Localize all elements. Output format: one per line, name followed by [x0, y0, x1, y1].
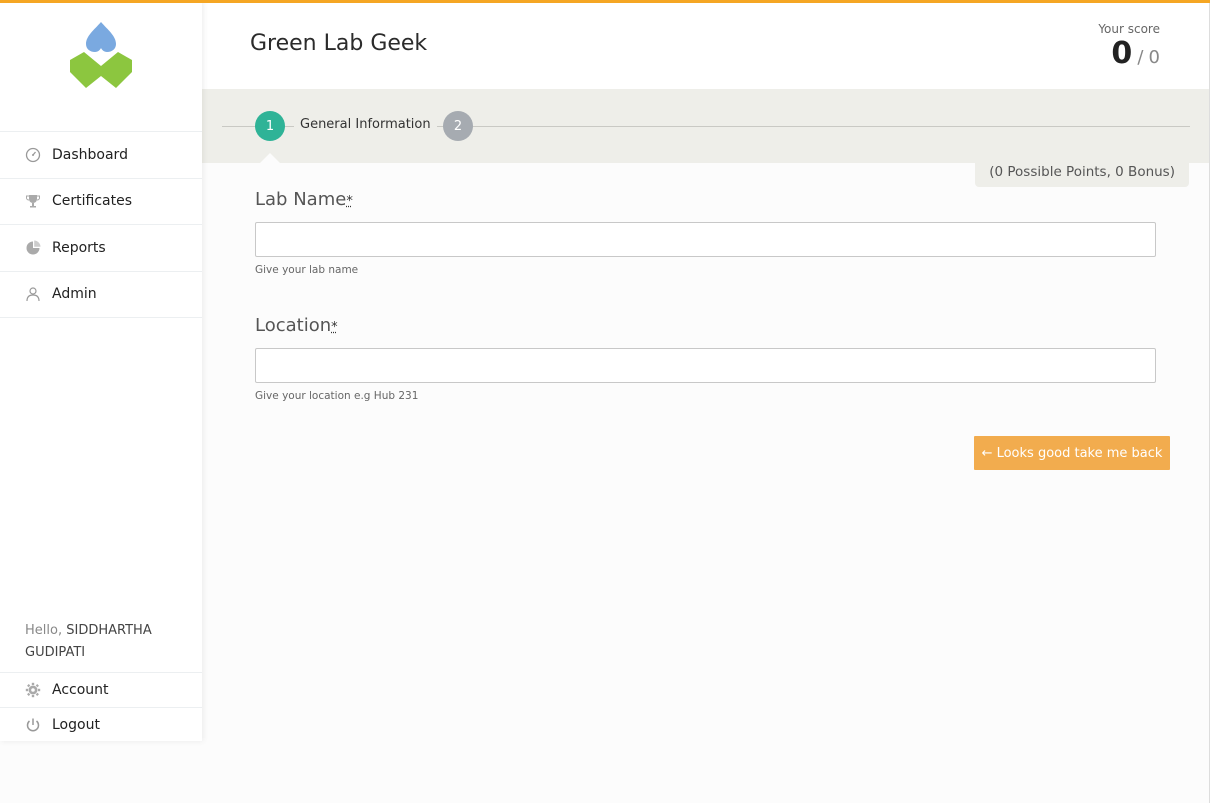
lab-name-help: Give your lab name [255, 264, 359, 276]
score-label: Your score [1098, 22, 1160, 36]
score-value: 0 [1111, 36, 1133, 71]
logout-link[interactable]: Logout [0, 707, 202, 742]
sidebar-item-label: Reports [52, 239, 106, 256]
required-mark: * [331, 320, 338, 335]
leaf-drop-logo[interactable] [66, 20, 136, 92]
step-2-indicator[interactable]: 2 [443, 111, 473, 141]
active-step-pointer [260, 153, 280, 163]
sidebar-item-label: Dashboard [52, 146, 128, 163]
sidebar-nav: Dashboard Certificates Reports Admin [0, 131, 202, 318]
lab-name-label: Lab Name* [255, 189, 353, 210]
user-greeting: Hello, SIDDHARTHA GUDIPATI [25, 620, 195, 664]
sidebar-item-dashboard[interactable]: Dashboard [0, 132, 202, 179]
greeting-text: Hello, [25, 623, 63, 638]
lab-name-input[interactable] [255, 222, 1156, 257]
users-icon [24, 285, 42, 303]
page-title: Green Lab Geek [250, 31, 428, 56]
step-1-label[interactable]: General Information [294, 117, 437, 132]
account-link[interactable]: Account [0, 672, 202, 707]
possible-points-badge: (0 Possible Points, 0 Bonus) [975, 163, 1189, 187]
score-max: 0 [1148, 47, 1160, 68]
required-mark: * [346, 194, 353, 209]
gear-icon [24, 681, 42, 699]
logout-label: Logout [52, 717, 100, 733]
sidebar: Dashboard Certificates Reports Admin Hel… [0, 0, 202, 741]
score-separator: / [1137, 47, 1144, 68]
dashboard-icon [24, 146, 42, 164]
step-1-indicator[interactable]: 1 [255, 111, 285, 141]
location-label: Location* [255, 315, 338, 336]
location-label-text: Location [255, 315, 332, 336]
lab-name-label-text: Lab Name [255, 189, 347, 210]
sidebar-item-reports[interactable]: Reports [0, 225, 202, 272]
looks-good-back-button[interactable]: ← Looks good take me back [974, 436, 1170, 470]
top-accent-strip [0, 0, 1210, 3]
location-input[interactable] [255, 348, 1156, 383]
sidebar-item-label: Certificates [52, 193, 133, 210]
sidebar-item-admin[interactable]: Admin [0, 272, 202, 318]
location-help: Give your location e.g Hub 231 [255, 390, 419, 402]
power-icon [24, 716, 42, 734]
page-header: Green Lab Geek Your score 0 / 0 [202, 3, 1210, 89]
sidebar-item-label: Admin [52, 286, 97, 303]
account-label: Account [52, 682, 109, 698]
trophy-icon [24, 192, 42, 210]
score-panel: Your score 0 / 0 [1098, 22, 1160, 71]
step-progress-bar: 1 General Information 2 [202, 89, 1210, 163]
pie-chart-icon [24, 239, 42, 257]
sidebar-item-certificates[interactable]: Certificates [0, 179, 202, 225]
